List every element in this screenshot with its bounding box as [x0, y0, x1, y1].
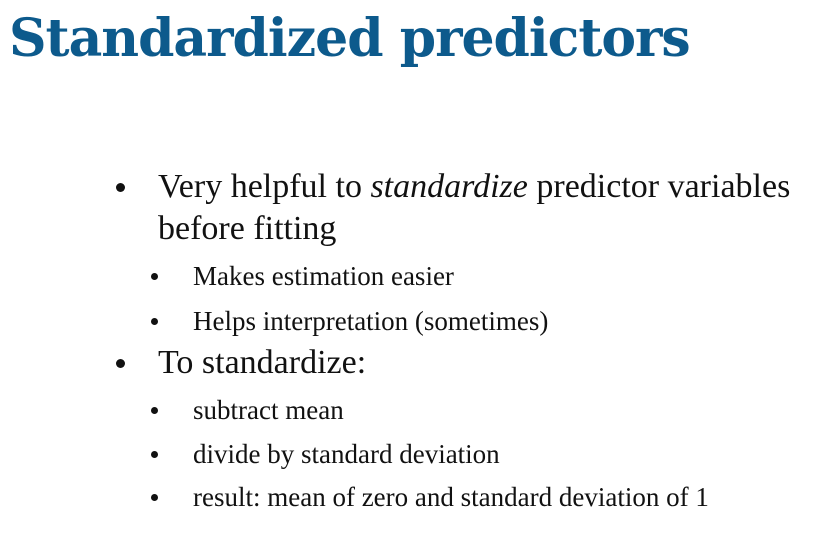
sub-bullet-dot-icon	[151, 494, 158, 501]
bullet-standardize-helpful: Very helpful to standardize predictor va…	[116, 166, 791, 250]
sub-bullet-result: result: mean of zero and standard deviat…	[151, 479, 709, 515]
sub-bullet-text: Helps interpretation (sometimes)	[193, 306, 549, 336]
sub-bullet-dot-icon	[151, 318, 158, 325]
bullet-dot-icon	[116, 359, 125, 368]
sub-bullet-dot-icon	[151, 451, 158, 458]
sub-bullet-interpretation: Helps interpretation (sometimes)	[151, 303, 549, 339]
bullet-emphasis: standardize	[370, 168, 528, 205]
sub-bullet-text: result: mean of zero and standard deviat…	[193, 482, 709, 512]
sub-bullet-text: divide by standard deviation	[193, 439, 500, 469]
sub-bullet-estimation: Makes estimation easier	[151, 258, 454, 294]
sub-bullet-subtract-mean: subtract mean	[151, 392, 344, 428]
bullet-text: To standardize:	[158, 344, 367, 381]
sub-bullet-text: Makes estimation easier	[193, 261, 454, 291]
sub-bullet-divide-sd: divide by standard deviation	[151, 436, 500, 472]
bullet-dot-icon	[116, 183, 125, 192]
bullet-text-before: Very helpful to	[158, 168, 371, 205]
bullet-list: Very helpful to standardize predictor va…	[0, 0, 833, 535]
bullet-continuation: before fitting	[158, 210, 337, 247]
bullet-to-standardize: To standardize:	[116, 342, 367, 384]
sub-bullet-dot-icon	[151, 407, 158, 414]
sub-bullet-dot-icon	[151, 273, 158, 280]
bullet-text-after: predictor variables	[527, 168, 791, 205]
sub-bullet-text: subtract mean	[193, 395, 344, 425]
